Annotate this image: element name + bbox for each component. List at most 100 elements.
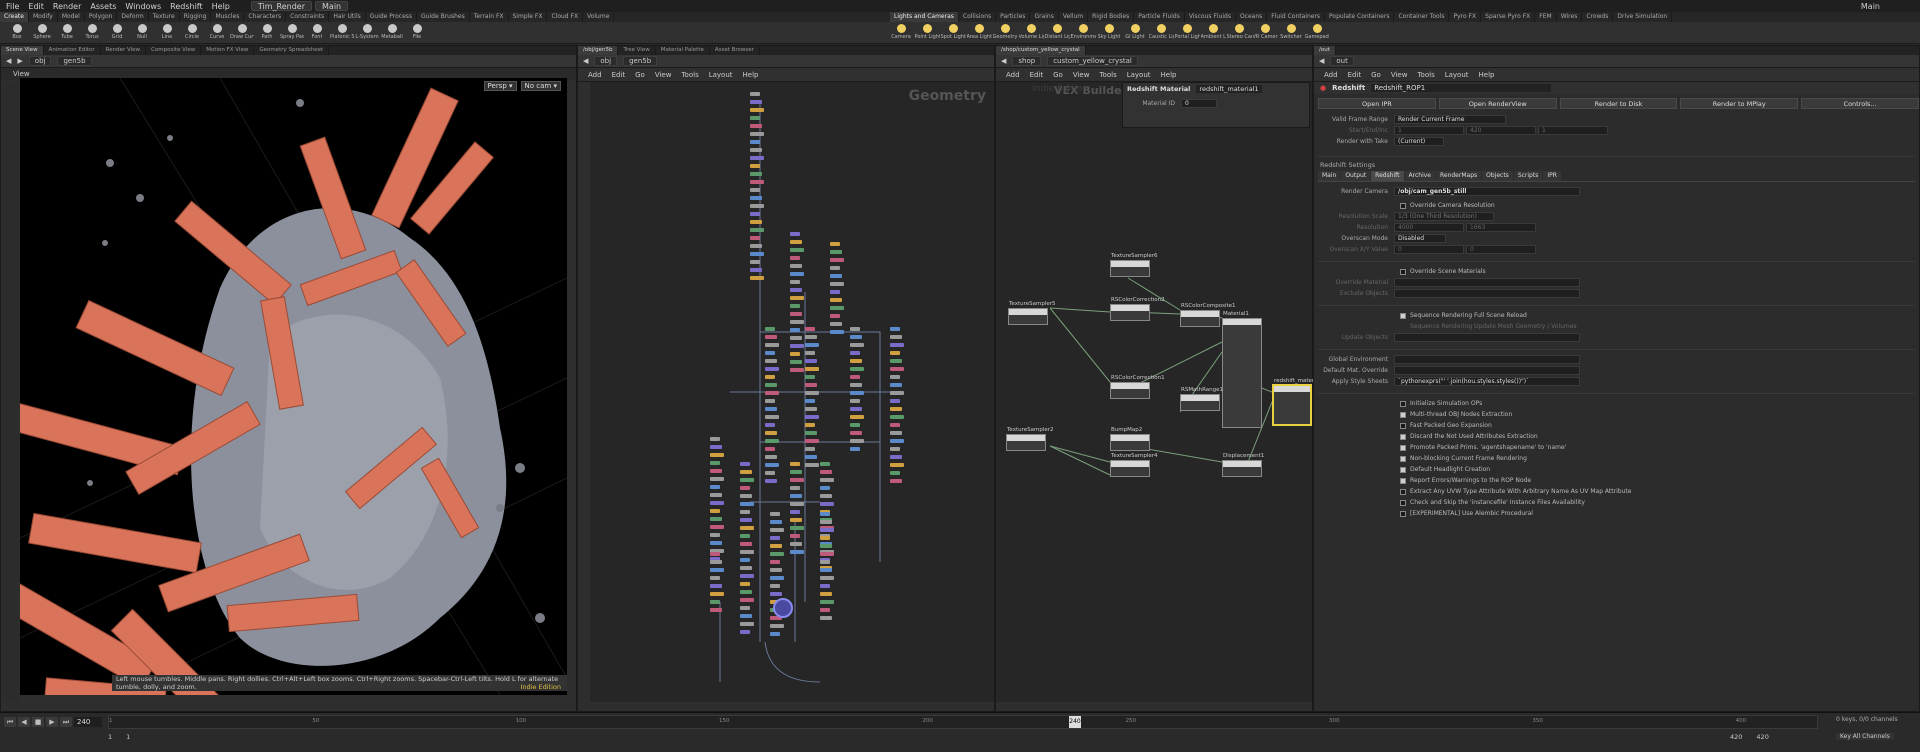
network-node[interactable]: [890, 407, 902, 411]
network-node[interactable]: [740, 510, 750, 514]
shelf-tool[interactable]: Caustic Light: [1149, 24, 1174, 44]
shelf-tool[interactable]: Circle: [181, 24, 203, 44]
network-node[interactable]: [850, 391, 864, 395]
update-objects-field[interactable]: [1394, 333, 1580, 342]
network-node[interactable]: [750, 204, 764, 208]
shelf-tab[interactable]: Drive Simulation: [1613, 12, 1673, 22]
menu-assets[interactable]: Assets: [90, 2, 116, 11]
network-node[interactable]: [710, 477, 724, 481]
material-node[interactable]: RSColorCorrection1: [1110, 375, 1165, 399]
settings-tab[interactable]: IPR: [1543, 171, 1561, 181]
network-node[interactable]: [750, 228, 764, 232]
network-node[interactable]: [765, 431, 777, 435]
shelf-tab[interactable]: Muscles: [211, 12, 245, 22]
shelf-tool[interactable]: Point Light: [915, 24, 940, 44]
network-node[interactable]: [710, 584, 722, 588]
shelf-tool[interactable]: Tube: [56, 24, 78, 44]
network-node[interactable]: [820, 462, 830, 466]
res-scale-select[interactable]: 1/3 (One Third Resolution): [1394, 212, 1494, 221]
panel-tab[interactable]: Composite View: [146, 46, 202, 55]
shelf-tool[interactable]: Grid: [106, 24, 128, 44]
exclude-objects-field[interactable]: [1394, 289, 1580, 298]
network-node[interactable]: [850, 327, 860, 331]
overscan-mode-select[interactable]: Disabled: [1394, 234, 1446, 243]
network-node[interactable]: [820, 486, 830, 490]
panel-tab[interactable]: /out: [1314, 46, 1336, 55]
network-node[interactable]: [740, 606, 750, 610]
network-node[interactable]: [850, 359, 862, 363]
rop-name-field[interactable]: Redshift_ROP1: [1371, 84, 1552, 92]
network-node[interactable]: [790, 542, 802, 546]
network-node[interactable]: [850, 447, 860, 451]
network-node[interactable]: [820, 576, 834, 580]
network-node[interactable]: [750, 268, 762, 272]
panel-tab[interactable]: Render View: [101, 46, 147, 55]
start-field[interactable]: 1: [1394, 126, 1464, 135]
network-node[interactable]: [710, 461, 720, 465]
shelf-tool[interactable]: GI Light: [1124, 24, 1146, 44]
material-node[interactable]: TextureSampler6: [1110, 253, 1158, 277]
network-node[interactable]: [830, 258, 844, 262]
panel-tab[interactable]: Tree View: [618, 46, 656, 55]
menu-item[interactable]: Help: [743, 71, 759, 79]
network-node[interactable]: [820, 552, 834, 556]
path-material[interactable]: custom_yellow_crystal: [1047, 56, 1138, 66]
network-node[interactable]: [820, 600, 834, 604]
network-node[interactable]: [740, 462, 750, 466]
inc-field[interactable]: 1: [1538, 126, 1608, 135]
valid-range-select[interactable]: Render Current Frame: [1394, 115, 1506, 124]
menu-item[interactable]: Help: [1479, 71, 1495, 79]
network-node[interactable]: [830, 298, 842, 302]
network-node[interactable]: [890, 391, 904, 395]
material-node[interactable]: RSColorCorrection2: [1110, 297, 1165, 321]
viewport-3d[interactable]: Persp ▾ No cam ▾ Left mouse tumbles. Mid…: [20, 78, 567, 695]
path-shop[interactable]: shop: [1012, 56, 1042, 66]
rop-action-button[interactable]: Controls...: [1801, 97, 1919, 109]
network-node[interactable]: [790, 248, 804, 252]
network-node[interactable]: [890, 399, 900, 403]
network-node[interactable]: [710, 600, 720, 604]
network-node[interactable]: [790, 486, 800, 490]
network-node[interactable]: [765, 447, 775, 451]
network-node[interactable]: [765, 343, 779, 347]
network-node[interactable]: [890, 463, 904, 467]
network-node[interactable]: [765, 335, 777, 339]
shelf-tool[interactable]: Stereo Camera: [1227, 24, 1252, 44]
network-node[interactable]: [740, 518, 752, 522]
res-y-field[interactable]: 1663: [1466, 223, 1536, 232]
rop-action-button[interactable]: Render to MPlay: [1680, 97, 1799, 109]
network-node[interactable]: [830, 250, 842, 254]
network-node[interactable]: [750, 180, 764, 184]
network-node[interactable]: [750, 116, 760, 120]
network-node[interactable]: [740, 574, 754, 578]
network-node[interactable]: [820, 478, 834, 482]
network-node[interactable]: [770, 536, 780, 540]
network-node[interactable]: [790, 494, 802, 498]
panel-tab[interactable]: Animation Editor: [44, 46, 101, 55]
shelf-tab[interactable]: Hair Utils: [329, 12, 366, 22]
network-node[interactable]: [790, 478, 804, 482]
path-obj[interactable]: obj: [594, 56, 618, 66]
network-node[interactable]: [830, 314, 840, 318]
take-select[interactable]: (Current): [1394, 137, 1444, 146]
option-checkbox[interactable]: [1400, 422, 1406, 429]
network-node[interactable]: [765, 471, 775, 475]
network-node[interactable]: [805, 391, 819, 395]
network-node[interactable]: [820, 584, 830, 588]
option-checkbox[interactable]: [1400, 433, 1406, 440]
shelf-tool[interactable]: Sky Light: [1098, 24, 1120, 44]
jump-start-icon[interactable]: ⏮: [4, 717, 16, 727]
option-checkbox[interactable]: [1400, 455, 1406, 462]
menu-redshift[interactable]: Redshift: [170, 2, 202, 11]
network-node[interactable]: [830, 274, 842, 278]
workspace-right-label[interactable]: Main: [1861, 2, 1880, 11]
network-node[interactable]: [750, 220, 762, 224]
network-node[interactable]: [710, 541, 722, 545]
shelf-tool[interactable]: Portal Light: [1175, 24, 1200, 44]
network-node[interactable]: [740, 542, 752, 546]
network-node[interactable]: [890, 343, 904, 347]
network-node[interactable]: [770, 568, 782, 572]
res-x-field[interactable]: 4000: [1394, 223, 1464, 232]
shelf-tool[interactable]: Area Light: [967, 24, 992, 44]
shelf-tool[interactable]: Font: [306, 24, 328, 44]
